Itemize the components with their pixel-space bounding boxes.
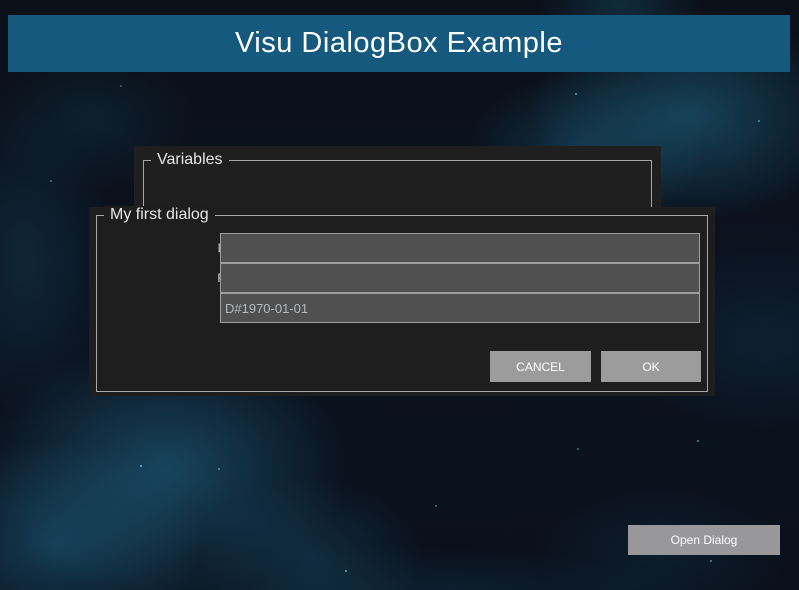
page-title: Visu DialogBox Example <box>235 27 563 60</box>
birthday-input[interactable] <box>220 293 700 323</box>
dialog-title: My first dialog <box>104 206 215 224</box>
my-first-dialog: My first dialog Last name : First name :… <box>89 207 715 396</box>
cancel-button[interactable]: CANCEL <box>490 351 591 382</box>
open-dialog-button[interactable]: Open Dialog <box>628 525 780 555</box>
ok-button[interactable]: OK <box>601 351 701 382</box>
visu-screen: Visu DialogBox Example Variables My firs… <box>0 0 799 590</box>
last-name-input[interactable] <box>220 233 700 263</box>
variables-groupbox-label: Variables <box>151 151 229 169</box>
first-name-input[interactable] <box>220 263 700 293</box>
title-bar: Visu DialogBox Example <box>8 15 790 72</box>
